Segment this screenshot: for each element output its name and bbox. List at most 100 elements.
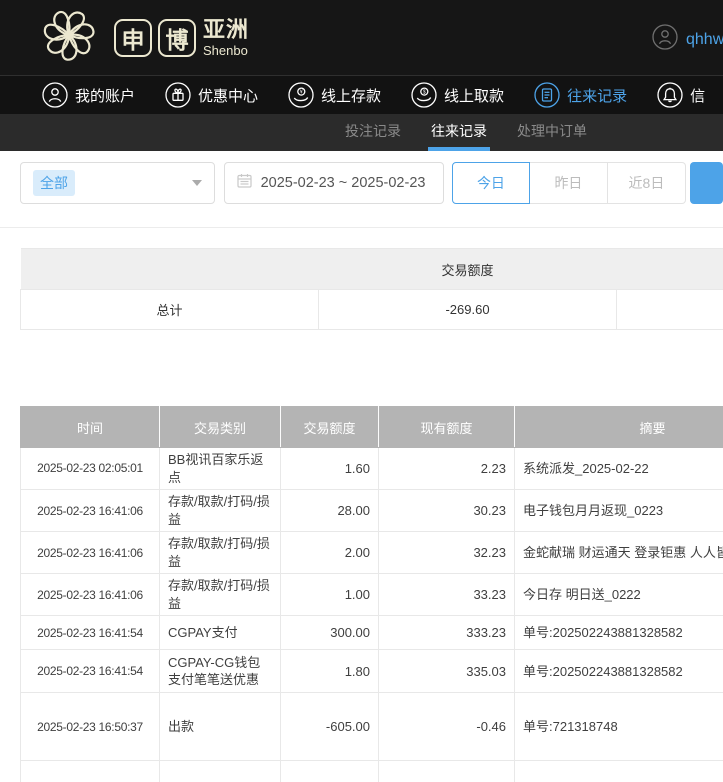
cell-balance: -0.46 [379,693,515,761]
col-header-summary: 摘要 [515,407,723,448]
cell-time: 2025-02-23 16:41:06 [21,574,160,616]
username-label[interactable]: qhhw [686,31,723,49]
tab-processing-orders[interactable]: 处理中订单 [517,114,587,151]
summary-total-extra [617,290,723,330]
cell-amount: 28.00 [281,490,379,532]
summary-total-value: -269.60 [319,290,617,330]
cell-balance: 32.23 [379,532,515,574]
table-row: 2025-02-23 16:41:54 CGPAY支付 300.00 333.2… [21,616,723,650]
summary-table: 交易额度 总计 -269.60 [20,248,723,330]
logo-latin-label: Shenbo [203,44,249,57]
summary-total-row: 总计 -269.60 [21,290,723,330]
filter-section: 全部 2025-02-23 ~ 2025-02-23 今日 昨日 近8日 [0,151,723,228]
site-header: 申 博 亚洲 Shenbo qhhw [0,0,723,75]
today-button[interactable]: 今日 [452,162,530,204]
selected-type-token: 全部 [33,170,75,196]
cell-balance: 0.53 [379,761,515,782]
cell-amount: -605.00 [281,693,379,761]
cell-time: 2025-02-23 16:50:37 [21,693,160,761]
deposit-coin-icon: ¥ [288,82,314,108]
col-header-amount: 交易额度 [281,407,379,448]
cell-balance: 30.23 [379,490,515,532]
nav-item-my-account[interactable]: 我的账户 [42,82,135,108]
cell-time: 2025-02-23 16:41:54 [21,650,160,693]
logo-text: 亚洲 Shenbo [203,19,249,57]
cell-type: CGPAY出款优惠 [160,761,281,782]
table-header-row: 时间 交易类别 交易额度 现有额度 摘要 [21,407,723,448]
transaction-type-select[interactable]: 全部 [20,162,215,204]
withdraw-coin-icon: $ [411,82,437,108]
table-row: 2025-02-23 02:05:01 BB视讯百家乐返点 1.60 2.23 … [21,448,723,490]
logo-char-bo: 博 [158,19,196,57]
cell-summary: 电子钱包月月返现_0223 [515,490,723,532]
cell-balance: 2.23 [379,448,515,490]
nav-label: 往来记录 [567,85,627,106]
table-row: 2025-02-23 16:41:54 CGPAY-CG钱包支付笔笔送优惠 1.… [21,650,723,693]
yesterday-button[interactable]: 昨日 [530,162,608,204]
cell-type: 存款/取款/打码/损益 [160,574,281,616]
nav-item-online-withdraw[interactable]: $ 线上取款 [411,82,504,108]
cell-amount: 300.00 [281,616,379,650]
account-icon [42,82,68,108]
col-header-time: 时间 [21,407,160,448]
cell-summary: 系统派发_2025-02-22 [515,448,723,490]
table-row: 2025-02-23 16:50:37 CGPAY出款优惠 1.00 0.53 … [21,761,723,782]
table-row: 2025-02-23 16:41:06 存款/取款/打码/损益 28.00 30… [21,490,723,532]
nav-item-promotions[interactable]: 优惠中心 [165,82,258,108]
nav-item-transaction-records[interactable]: 往来记录 [534,82,627,108]
cell-type: 出款 [160,693,281,761]
brand-logo[interactable]: 申 博 亚洲 Shenbo [36,2,249,73]
col-header-type: 交易类别 [160,407,281,448]
tab-transaction-records[interactable]: 往来记录 [431,114,487,151]
nav-item-online-deposit[interactable]: ¥ 线上存款 [288,82,381,108]
records-icon [534,82,560,108]
cell-amount: 1.60 [281,448,379,490]
cell-time: 2025-02-23 16:50:37 [21,761,160,782]
cell-type: 存款/取款/打码/损益 [160,532,281,574]
last-8-days-button[interactable]: 近8日 [608,162,686,204]
cell-time: 2025-02-23 16:41:06 [21,490,160,532]
user-avatar-icon[interactable] [652,24,678,55]
calendar-icon [236,172,253,194]
cell-summary: 单号:721318748 [515,761,723,782]
nav-item-messages[interactable]: 信 [657,82,705,108]
gift-icon [165,82,191,108]
cell-type: BB视讯百家乐返点 [160,448,281,490]
logo-char-shen: 申 [114,19,152,57]
svg-text:$: $ [423,89,426,95]
summary-total-label: 总计 [21,290,319,330]
nav-label: 线上存款 [321,85,381,106]
cell-summary: 单号:202502243881328582 [515,616,723,650]
cell-amount: 1.00 [281,761,379,782]
nav-label: 优惠中心 [198,85,258,106]
user-area: qhhw [652,24,723,55]
cell-time: 2025-02-23 02:05:01 [21,448,160,490]
cell-summary: 单号:721318748 [515,693,723,761]
cell-summary: 金蛇献瑞 财运通天 登录钜惠 人人皆 [515,532,723,574]
chevron-down-icon [192,180,202,186]
table-row: 2025-02-23 16:41:06 存款/取款/打码/损益 2.00 32.… [21,532,723,574]
summary-header-amount: 交易额度 [319,249,617,290]
records-tab-bar: 投注记录 往来记录 处理中订单 [0,114,723,151]
cell-amount: 2.00 [281,532,379,574]
col-header-balance: 现有额度 [379,407,515,448]
summary-header-empty [21,249,319,290]
search-button-partial[interactable] [690,162,723,204]
cell-type: CGPAY支付 [160,616,281,650]
date-range-input[interactable]: 2025-02-23 ~ 2025-02-23 [224,162,444,204]
cell-type: 存款/取款/打码/损益 [160,490,281,532]
cell-time: 2025-02-23 16:41:06 [21,532,160,574]
cell-balance: 33.23 [379,574,515,616]
nav-label: 我的账户 [75,85,135,106]
table-row: 2025-02-23 16:50:37 出款 -605.00 -0.46 单号:… [21,693,723,761]
main-nav: 我的账户 优惠中心 ¥ 线上存款 $ 线上取款 往来记录 [0,75,723,114]
summary-header-row: 交易额度 [21,249,723,290]
cell-amount: 1.00 [281,574,379,616]
cell-type: CGPAY-CG钱包支付笔笔送优惠 [160,650,281,693]
svg-text:¥: ¥ [300,89,303,95]
cell-balance: 335.03 [379,650,515,693]
tab-betting-records[interactable]: 投注记录 [345,114,401,151]
transaction-table: 时间 交易类别 交易额度 现有额度 摘要 2025-02-23 02:05:01… [20,406,723,782]
nav-label: 信 [690,85,705,106]
date-range-value: 2025-02-23 ~ 2025-02-23 [261,175,426,191]
